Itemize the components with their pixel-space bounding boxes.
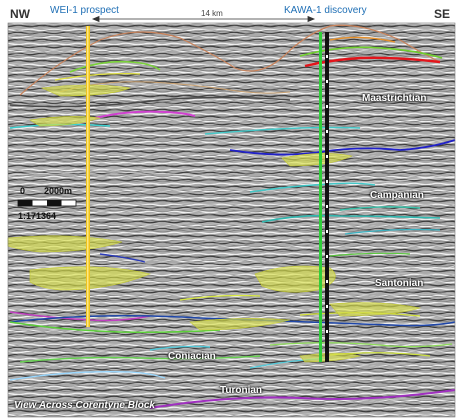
wei-1-well-core [87,26,89,327]
nw-label: NW [10,7,30,21]
scale-length-label: 2000m [44,186,73,196]
scale-zero-label: 0 [20,186,26,196]
turonian-label: Turonian [220,385,263,396]
kawa-1-log [319,32,322,362]
wei-1-prospect-label: WEI-1 prospect [50,5,119,16]
distance-label: 14 km [201,9,223,18]
scale-bar [17,199,77,207]
santonian-label: Santonian [375,278,424,289]
maastrichtian-label: Maastrichtian [362,93,427,104]
seismic-section [7,15,456,418]
kawa-1-discovery-label: KAWA-1 discovery [284,5,367,16]
coniacian-label: Coniacian [168,351,216,362]
view-caption: View Across Corentyne Block [14,400,155,411]
scale-ratio-label: 1:171364 [18,211,57,221]
se-label: SE [434,7,451,21]
campanian-label: Campanian [370,190,424,201]
